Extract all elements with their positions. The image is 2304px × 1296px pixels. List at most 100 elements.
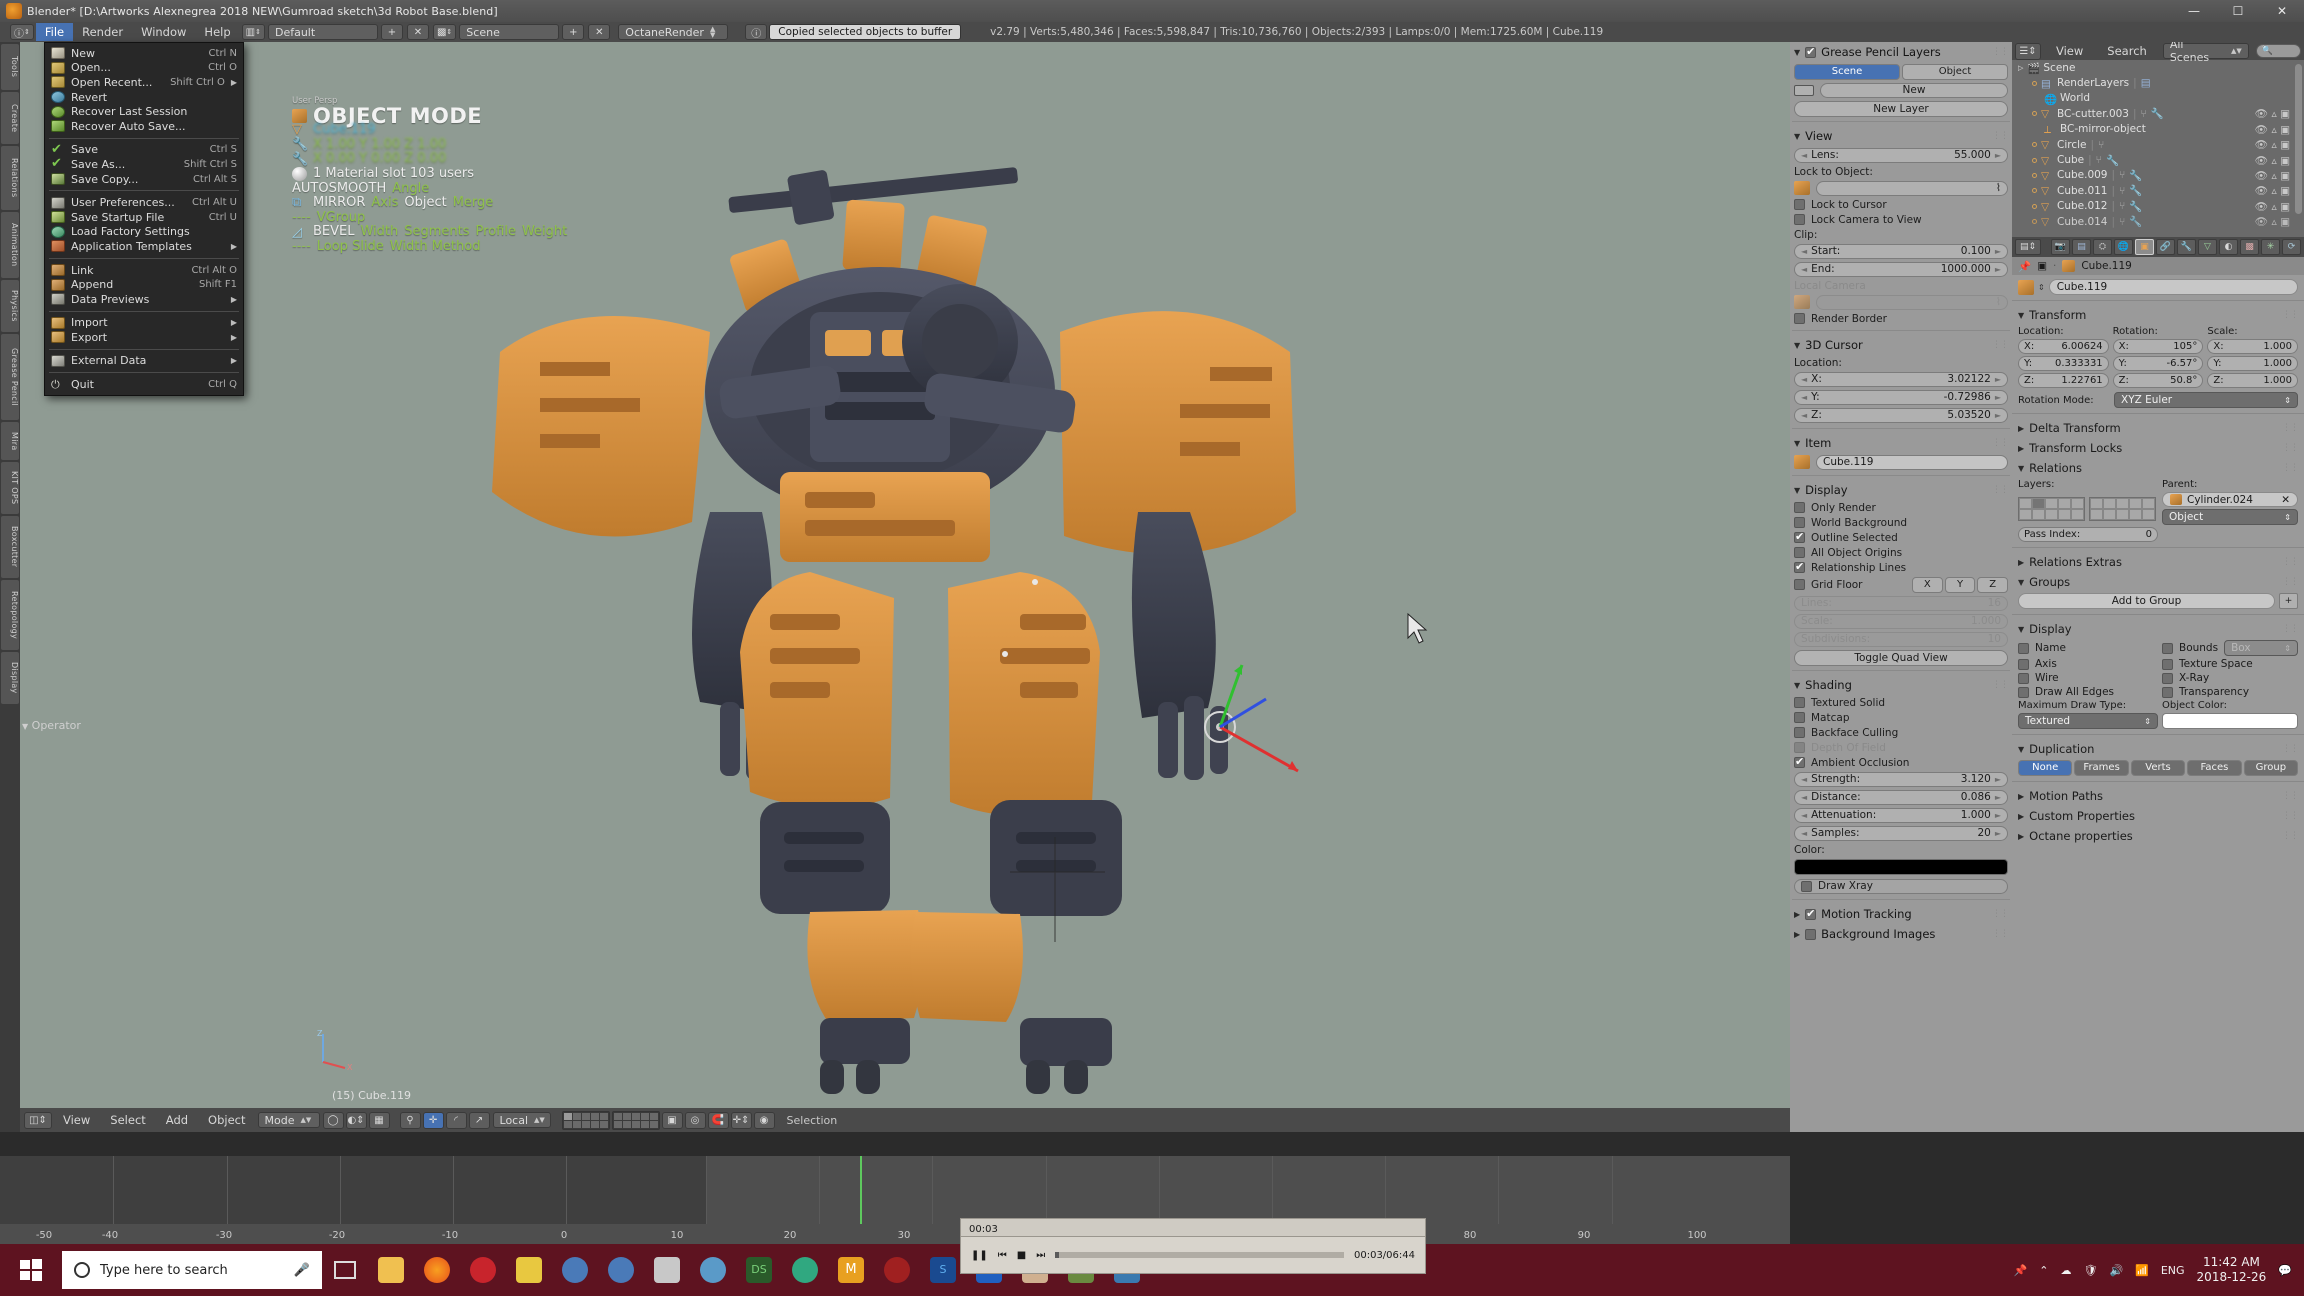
object-layers-grid-2[interactable] (2089, 496, 2156, 521)
render-border-checkbox[interactable] (1794, 313, 1805, 324)
expand-dot-icon[interactable] (2032, 219, 2037, 225)
window-minimize-button[interactable]: — (2172, 0, 2216, 22)
tab-physics[interactable]: ⟳ (2282, 239, 2301, 255)
toggle-quad-view-button[interactable]: Toggle Quad View (1794, 650, 2008, 666)
tab-physics[interactable]: Physics (1, 280, 19, 332)
media-next-icon[interactable]: ⏭ (1036, 1250, 1045, 1261)
viewport-menu-object[interactable]: Object (199, 1111, 254, 1129)
panel-object-display[interactable]: ▼ Display ⋮⋮ (2012, 619, 2304, 639)
menu-render[interactable]: Render (73, 23, 132, 41)
tab-scene[interactable]: ⛭ (2093, 239, 2112, 255)
transform-z-row[interactable]: Z: 1.22761 Z: 50.8° Z: 1.000 (2012, 372, 2304, 389)
notifications-icon[interactable]: 💬 (2278, 1264, 2292, 1277)
taskbar-app-firefox[interactable] (414, 1244, 460, 1296)
transform-y-row[interactable]: Y: 0.333331 Y: -6.57° Y: 1.000 (2012, 355, 2304, 372)
grid-floor-row[interactable]: Grid Floor X Y Z (1790, 575, 2012, 594)
display-wire-checkbox[interactable] (2018, 672, 2029, 684)
outline-selected-row[interactable]: Outline Selected (1790, 530, 2012, 545)
dup-option-faces[interactable]: Faces (2187, 760, 2242, 776)
menu-item-user-preferences[interactable]: User Preferences... Ctrl Alt U (45, 195, 243, 210)
tab-kit-ops[interactable]: KIT OPS (1, 462, 19, 514)
render-preview-icon[interactable]: ◉ (753, 1111, 775, 1129)
lock-to-object-field[interactable]: ⌇ (1816, 180, 2008, 196)
display-xray-checkbox[interactable] (2162, 672, 2173, 684)
panel-groups[interactable]: ▼ Groups ⋮⋮ (2012, 572, 2304, 592)
outliner-search-input[interactable]: 🔍 (2255, 44, 2301, 58)
location-z-field[interactable]: Z: 1.22761 (2018, 373, 2109, 388)
gp-tab-scene[interactable]: Scene (1794, 63, 1900, 80)
tab-tools[interactable]: Tools (1, 44, 19, 90)
dup-option-verts[interactable]: Verts (2130, 760, 2186, 776)
lock-layers-icon[interactable]: ▣ (661, 1111, 683, 1129)
eyedropper-icon[interactable]: ⌇ (1996, 182, 2001, 194)
scene-remove-button[interactable]: ✕ (588, 24, 611, 40)
taskbar-app-opera[interactable] (460, 1244, 506, 1296)
parent-object-field[interactable]: Cylinder.024 ✕ (2162, 492, 2298, 507)
manipulator-translate-icon[interactable]: ✛ (422, 1111, 444, 1129)
taskbar-app-blender-2[interactable] (598, 1244, 644, 1296)
parent-type-select[interactable]: Object ⇕ (2162, 509, 2298, 525)
shading-mode-icon[interactable]: ◯ (322, 1111, 344, 1129)
object-layers-grid-1[interactable] (2018, 496, 2085, 521)
properties-tab-bar[interactable]: ▤⇕ 📷 ▤ ⛭ 🌐 ▣ 🔗 🔧 ▽ ◐ ▩ ✳ ⟳ (2012, 237, 2304, 257)
display-axis-checkbox[interactable] (2018, 658, 2029, 670)
transform-x-row[interactable]: X: 6.00624 X: 105° X: 1.000 (2012, 338, 2304, 355)
tab-modifiers[interactable]: 🔧 (2177, 239, 2196, 255)
display-axis-texspace-row[interactable]: Axis Texture Space (2012, 657, 2304, 671)
tab-display[interactable]: Display (1, 652, 19, 704)
scale-y-field[interactable]: Y: 1.000 (2207, 356, 2299, 371)
file-menu-dropdown[interactable]: New Ctrl N Open... Ctrl O Open Recent...… (44, 42, 244, 396)
cursor-z-row[interactable]: ◄ Z: 5.03520 ► (1790, 406, 2012, 424)
viewport-menu-select[interactable]: Select (101, 1111, 154, 1129)
item-name-row[interactable]: Cube.119 (1790, 453, 2012, 471)
panel-transform[interactable]: ▼ Transform ⋮⋮ (2012, 305, 2304, 325)
taskbar-app-ds[interactable]: DS (736, 1244, 782, 1296)
all-object-origins-row[interactable]: All Object Origins (1790, 545, 2012, 560)
tab-constraints[interactable]: 🔗 (2156, 239, 2175, 255)
viewport-menu-view[interactable]: View (54, 1111, 99, 1129)
timeline-editor[interactable]: -50 -40 -30 -20 -10 0 10 20 30 40 50 60 … (0, 1156, 1790, 1244)
outliner-menu-search[interactable]: Search (2098, 42, 2156, 60)
scene-layers-grid-1[interactable] (561, 1110, 610, 1130)
add-group-plus-icon[interactable]: + (2279, 593, 2298, 609)
tab-render-layers[interactable]: ▤ (2072, 239, 2091, 255)
tab-texture[interactable]: ▩ (2240, 239, 2259, 255)
outliner-row-scene[interactable]: ▷ 🎬 Scene (2012, 60, 2304, 76)
screen-layout-select[interactable]: Default (267, 24, 378, 40)
menu-file[interactable]: File (35, 23, 74, 41)
cursor-y-field[interactable]: ◄ Y: -0.72986 ► (1794, 389, 2008, 405)
taskbar-app-zbrush[interactable] (644, 1244, 690, 1296)
local-camera-row[interactable]: ⌇ (1790, 293, 2012, 311)
viewport-n-panel[interactable]: ▼ Grease Pencil Layers ⋮⋮ Scene Object N… (1790, 42, 2012, 1132)
media-progress-bar[interactable] (1055, 1252, 1344, 1258)
media-prev-icon[interactable]: ⏮ (998, 1250, 1007, 1261)
lock-to-object-row[interactable]: ⌇ (1790, 179, 2012, 197)
location-x-field[interactable]: X: 6.00624 (2018, 339, 2109, 354)
media-pause-icon[interactable]: ❚❚ (971, 1250, 988, 1261)
bounds-type-select[interactable]: Box ⇕ (2224, 640, 2298, 656)
pivot-point-icon[interactable]: ⚲ (399, 1111, 421, 1129)
expand-dot-icon[interactable] (2032, 172, 2037, 178)
tray-language[interactable]: ENG (2161, 1264, 2185, 1277)
menu-item-external-data[interactable]: External Data ▶ (45, 354, 243, 369)
tab-particles[interactable]: ✳ (2261, 239, 2280, 255)
manipulator-scale-icon[interactable]: ↗ (468, 1111, 490, 1129)
tray-expand-icon[interactable]: ⌃ (2039, 1264, 2048, 1277)
dup-option-group[interactable]: Group (2243, 760, 2299, 776)
panel-octane-properties[interactable]: ▶ Octane properties ⋮⋮ (2012, 826, 2304, 846)
cursor-x-row[interactable]: ◄ X: 3.02122 ► (1790, 370, 2012, 388)
expand-dot-icon[interactable] (2032, 80, 2037, 86)
scale-z-field[interactable]: Z: 1.000 (2207, 373, 2299, 388)
add-to-group-row[interactable]: Add to Group + (2012, 592, 2304, 610)
panel-view[interactable]: ▼ View ⋮⋮ (1790, 126, 2012, 146)
draw-xray-row[interactable]: Draw Xray (1790, 877, 2012, 895)
menu-item-save-copy[interactable]: Save Copy... Ctrl Alt S (45, 172, 243, 187)
outliner-tree[interactable]: ▷ 🎬 Scene ▤ RenderLayers | ▤ 🌐 World ▽ BC… (2012, 60, 2304, 229)
outliner-row-renderlayers[interactable]: ▤ RenderLayers | ▤ (2012, 75, 2304, 90)
menu-window[interactable]: Window (132, 23, 195, 41)
tray-shield-icon[interactable]: 🛡 (2083, 1264, 2097, 1277)
rotation-z-field[interactable]: Z: 50.8° (2112, 373, 2204, 388)
tab-mira[interactable]: Mira (1, 422, 19, 460)
screen-layout-icon[interactable]: ▥ ⇕ (241, 24, 265, 40)
rotation-x-field[interactable]: X: 105° (2112, 339, 2204, 354)
